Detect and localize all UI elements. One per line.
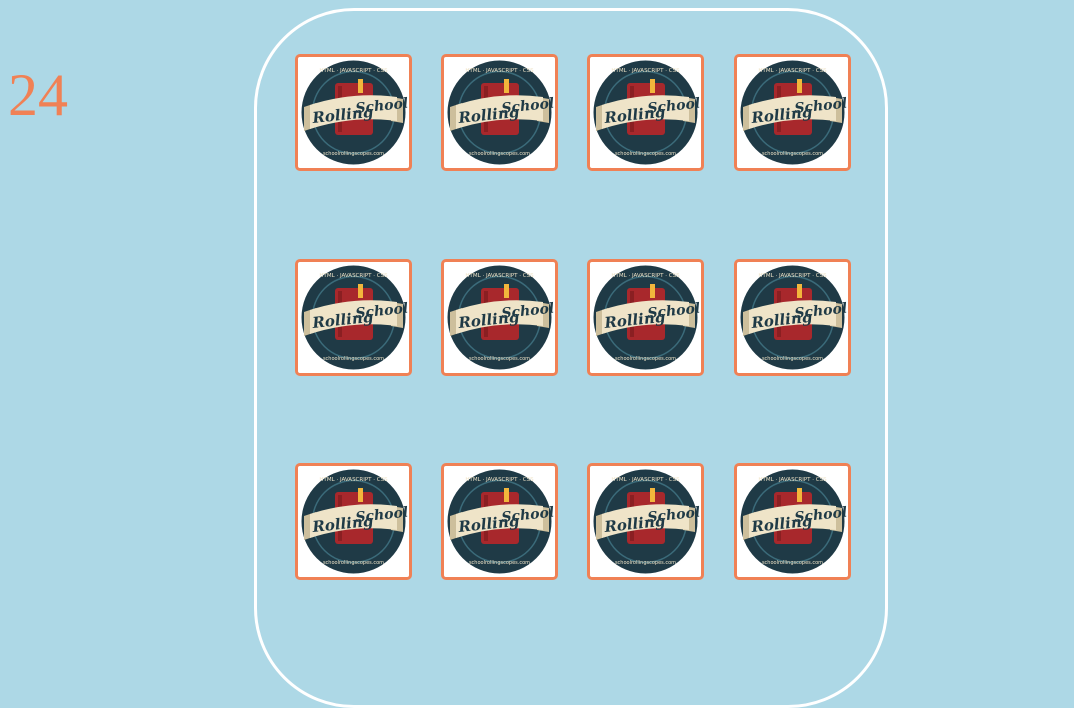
rolling-school-logo-icon: Rolling School HTML · JAVASCRIPT · CSS s… <box>740 265 848 370</box>
logo-bottom-text: schoolrollingscopes.com <box>762 151 823 157</box>
memory-card[interactable]: Rolling School HTML · JAVASCRIPT · CSS s… <box>441 259 558 376</box>
logo-top-text: HTML · JAVASCRIPT · CSS <box>611 273 680 279</box>
rolling-school-logo-icon: Rolling School HTML · JAVASCRIPT · CSS s… <box>447 265 555 370</box>
logo-top-text: HTML · JAVASCRIPT · CSS <box>319 68 388 74</box>
memory-card[interactable]: Rolling School HTML · JAVASCRIPT · CSS s… <box>587 54 704 171</box>
logo-bottom-text: schoolrollingscopes.com <box>469 356 530 362</box>
logo-top-text: HTML · JAVASCRIPT · CSS <box>758 68 827 74</box>
memory-card[interactable]: Rolling School HTML · JAVASCRIPT · CSS s… <box>587 463 704 580</box>
memory-card[interactable]: Rolling School HTML · JAVASCRIPT · CSS s… <box>441 54 558 171</box>
logo-top-text: HTML · JAVASCRIPT · CSS <box>758 273 827 279</box>
memory-card[interactable]: Rolling School HTML · JAVASCRIPT · CSS s… <box>295 463 412 580</box>
logo-bottom-text: schoolrollingscopes.com <box>762 356 823 362</box>
rolling-school-logo-icon: Rolling School HTML · JAVASCRIPT · CSS s… <box>301 265 409 370</box>
rolling-school-logo-icon: Rolling School HTML · JAVASCRIPT · CSS s… <box>447 469 555 574</box>
memory-card[interactable]: Rolling School HTML · JAVASCRIPT · CSS s… <box>441 463 558 580</box>
logo-bottom-text: schoolrollingscopes.com <box>762 560 823 566</box>
logo-top-text: HTML · JAVASCRIPT · CSS <box>465 273 534 279</box>
rolling-school-logo-icon: Rolling School HTML · JAVASCRIPT · CSS s… <box>593 60 701 165</box>
logo-top-text: HTML · JAVASCRIPT · CSS <box>611 68 680 74</box>
rolling-school-logo-icon: Rolling School HTML · JAVASCRIPT · CSS s… <box>740 469 848 574</box>
logo-top-text: HTML · JAVASCRIPT · CSS <box>758 477 827 483</box>
memory-card[interactable]: Rolling School HTML · JAVASCRIPT · CSS s… <box>734 259 851 376</box>
logo-top-text: HTML · JAVASCRIPT · CSS <box>465 477 534 483</box>
memory-card[interactable]: Rolling School HTML · JAVASCRIPT · CSS s… <box>295 54 412 171</box>
rolling-school-logo-icon: Rolling School HTML · JAVASCRIPT · CSS s… <box>593 469 701 574</box>
logo-top-text: HTML · JAVASCRIPT · CSS <box>319 273 388 279</box>
memory-card[interactable]: Rolling School HTML · JAVASCRIPT · CSS s… <box>734 54 851 171</box>
move-counter: 24 <box>8 62 68 128</box>
logo-bottom-text: schoolrollingscopes.com <box>469 560 530 566</box>
logo-bottom-text: schoolrollingscopes.com <box>615 356 676 362</box>
rolling-school-logo-icon: Rolling School HTML · JAVASCRIPT · CSS s… <box>301 60 409 165</box>
rolling-school-logo-icon: Rolling School HTML · JAVASCRIPT · CSS s… <box>447 60 555 165</box>
logo-bottom-text: schoolrollingscopes.com <box>323 560 384 566</box>
logo-bottom-text: schoolrollingscopes.com <box>615 151 676 157</box>
logo-top-text: HTML · JAVASCRIPT · CSS <box>319 477 388 483</box>
rolling-school-logo-icon: Rolling School HTML · JAVASCRIPT · CSS s… <box>740 60 848 165</box>
logo-top-text: HTML · JAVASCRIPT · CSS <box>611 477 680 483</box>
logo-top-text: HTML · JAVASCRIPT · CSS <box>465 68 534 74</box>
memory-card[interactable]: Rolling School HTML · JAVASCRIPT · CSS s… <box>734 463 851 580</box>
memory-card[interactable]: Rolling School HTML · JAVASCRIPT · CSS s… <box>295 259 412 376</box>
rolling-school-logo-icon: Rolling School HTML · JAVASCRIPT · CSS s… <box>593 265 701 370</box>
memory-card[interactable]: Rolling School HTML · JAVASCRIPT · CSS s… <box>587 259 704 376</box>
logo-bottom-text: schoolrollingscopes.com <box>469 151 530 157</box>
logo-bottom-text: schoolrollingscopes.com <box>323 151 384 157</box>
logo-bottom-text: schoolrollingscopes.com <box>323 356 384 362</box>
logo-bottom-text: schoolrollingscopes.com <box>615 560 676 566</box>
rolling-school-logo-icon: Rolling School HTML · JAVASCRIPT · CSS s… <box>301 469 409 574</box>
